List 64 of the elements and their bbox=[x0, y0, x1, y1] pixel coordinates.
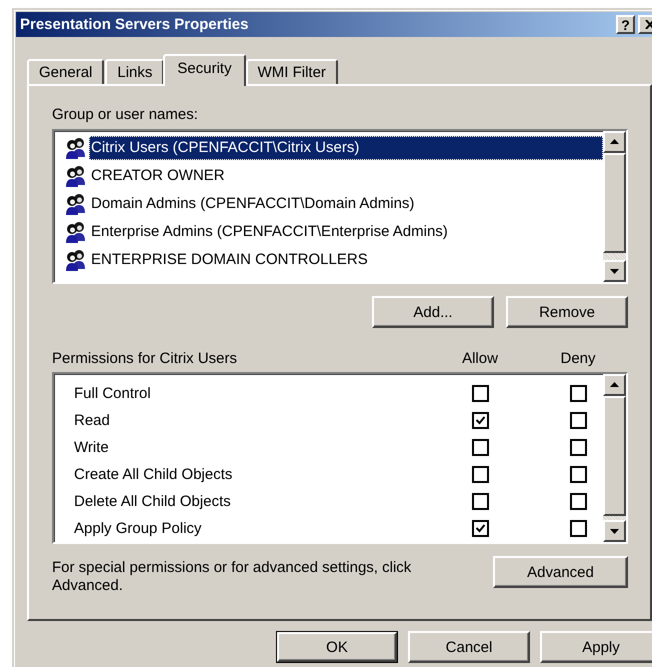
group-list-item[interactable]: Domain Admins (CPENFACCIT\Domain Admins) bbox=[89, 192, 603, 216]
add-button[interactable]: Add... bbox=[372, 296, 494, 328]
checkmark-icon bbox=[474, 414, 486, 427]
permission-name: Write bbox=[73, 439, 109, 456]
scroll-thumb[interactable] bbox=[603, 396, 626, 516]
close-icon bbox=[645, 20, 652, 29]
up-arrow-icon bbox=[610, 139, 619, 145]
down-arrow-icon bbox=[610, 528, 619, 534]
users-icon bbox=[64, 193, 88, 215]
advanced-button[interactable]: Advanced bbox=[493, 556, 628, 588]
scrollbar-track bbox=[603, 253, 626, 260]
group-list-item[interactable]: ENTERPRISE DOMAIN CONTROLLERS bbox=[89, 248, 603, 272]
users-icon bbox=[64, 249, 88, 271]
tab[interactable]: WMI Filter bbox=[246, 59, 338, 84]
tab[interactable]: Security bbox=[163, 54, 246, 86]
permission-name: Create All Child Objects bbox=[73, 466, 232, 483]
scrollbar-track bbox=[603, 516, 626, 520]
scroll-down-button[interactable] bbox=[603, 520, 626, 542]
checkbox[interactable] bbox=[472, 412, 488, 429]
checkbox[interactable] bbox=[570, 466, 586, 483]
apply-button[interactable]: Apply bbox=[540, 631, 652, 663]
permission-name: Full Control bbox=[73, 385, 151, 402]
group-list-item[interactable]: CREATOR OWNER bbox=[89, 164, 603, 188]
permissions-list[interactable]: Full Control Read Write Create All Child Objects Delete All Child Objects Apply Group Policy bbox=[52, 372, 628, 544]
group-list[interactable]: Citrix Users (CPENFACCIT\Citrix Users) CREATOR OWNER Domain Admins (CPENFACCIT\Domain Admins) Enterprise Admins (CPENFACCIT\Enterprise Admins) ENTERPRISE DOMAIN CONTROLLERS bbox=[52, 129, 628, 284]
checkbox[interactable] bbox=[570, 493, 586, 510]
column-header: Allow bbox=[462, 350, 498, 367]
checkmark-icon bbox=[474, 522, 486, 535]
checkbox[interactable] bbox=[472, 439, 488, 456]
group-list-item[interactable]: Enterprise Admins (CPENFACCIT\Enterprise Admins) bbox=[89, 220, 603, 244]
permission-name: Read bbox=[73, 412, 110, 429]
column-header: Deny bbox=[560, 350, 596, 367]
users-icon bbox=[64, 165, 88, 187]
group-list-item[interactable]: Citrix Users (CPENFACCIT\Citrix Users) bbox=[89, 136, 603, 160]
permission-name: Delete All Child Objects bbox=[73, 493, 231, 510]
scroll-down-button[interactable] bbox=[603, 260, 626, 282]
checkbox[interactable] bbox=[570, 412, 586, 429]
scrollbar[interactable] bbox=[603, 374, 626, 542]
users-icon bbox=[64, 221, 88, 243]
help-button[interactable]: ? bbox=[616, 15, 635, 34]
checkbox[interactable] bbox=[570, 439, 586, 456]
scrollbar[interactable] bbox=[603, 131, 626, 282]
remove-button[interactable]: Remove bbox=[506, 296, 628, 328]
group-list-label: Group or user names: bbox=[52, 106, 198, 123]
scroll-thumb[interactable] bbox=[603, 153, 626, 253]
ok-button[interactable]: OK bbox=[276, 631, 398, 663]
advanced-note: For special permissions or for advanced settings, click Advanced. bbox=[52, 559, 412, 595]
users-icon bbox=[64, 137, 88, 159]
scroll-up-button[interactable] bbox=[603, 131, 626, 153]
checkbox[interactable] bbox=[472, 466, 488, 483]
up-arrow-icon bbox=[610, 382, 619, 388]
checkbox[interactable] bbox=[472, 385, 488, 402]
permission-name: Apply Group Policy bbox=[73, 520, 202, 537]
down-arrow-icon bbox=[610, 268, 619, 274]
checkbox[interactable] bbox=[570, 385, 586, 402]
scroll-up-button[interactable] bbox=[603, 374, 626, 396]
tab[interactable]: Links bbox=[105, 59, 164, 84]
checkbox[interactable] bbox=[472, 493, 488, 510]
cancel-button[interactable]: Cancel bbox=[408, 631, 530, 663]
permissions-label: Permissions for Citrix Users bbox=[52, 350, 238, 367]
window-title: Presentation Servers Properties bbox=[20, 16, 250, 33]
checkbox[interactable] bbox=[472, 520, 488, 537]
tab[interactable]: General bbox=[27, 59, 104, 84]
checkbox[interactable] bbox=[570, 520, 586, 537]
